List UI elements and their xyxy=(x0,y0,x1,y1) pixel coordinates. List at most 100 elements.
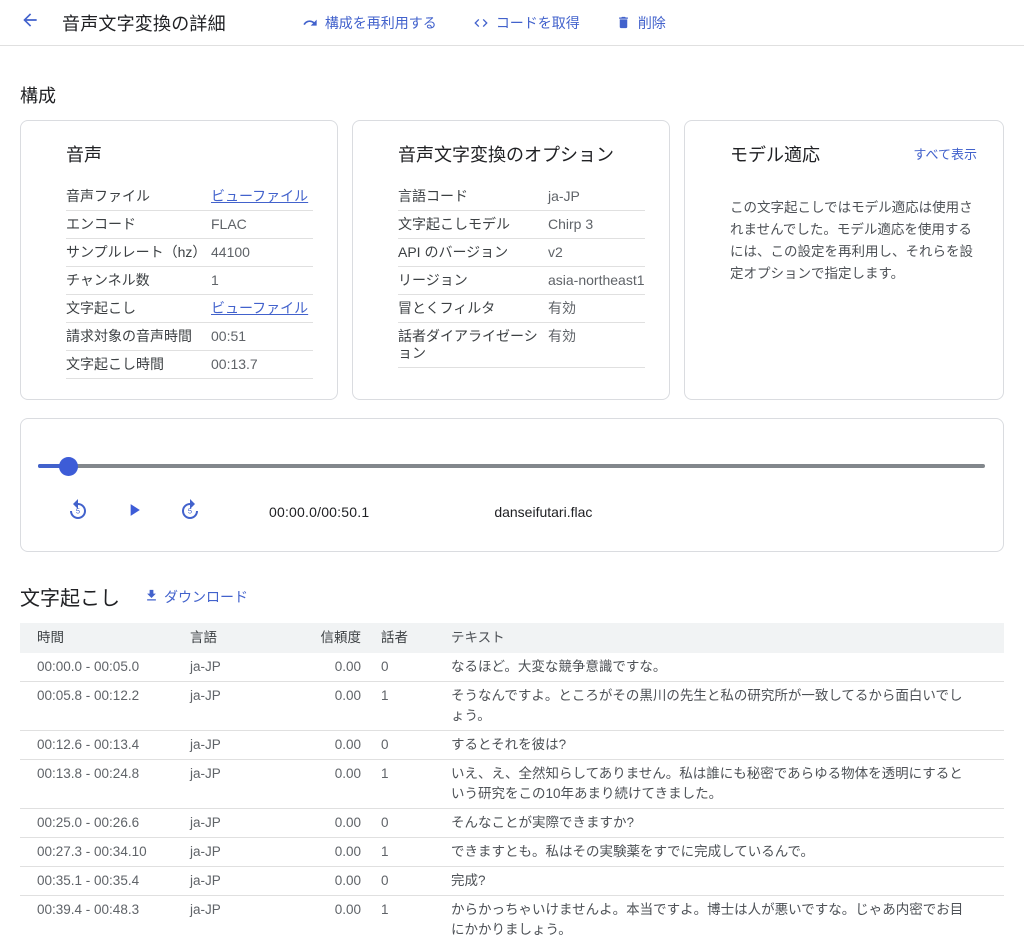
encoding-value: FLAC xyxy=(211,216,247,233)
profanity-filter-row: 冒とくフィルタ 有効 xyxy=(398,295,645,323)
encoding-label: エンコード xyxy=(66,216,211,233)
diarization-value: 有効 xyxy=(548,328,576,345)
transcript-file-row: 文字起こし ビューファイル xyxy=(66,295,313,323)
cell-speaker: 0 xyxy=(367,657,445,677)
cell-language: ja-JP xyxy=(190,657,305,677)
table-row: 00:35.1 - 00:35.4 ja-JP 0.00 0 完成? xyxy=(20,867,1004,896)
diarization-label: 話者ダイアライゼーション xyxy=(398,328,548,362)
cell-confidence: 0.00 xyxy=(305,764,367,804)
svg-text:5: 5 xyxy=(188,506,192,515)
seek-thumb[interactable] xyxy=(59,457,78,476)
seek-track[interactable] xyxy=(38,464,985,468)
redo-icon xyxy=(302,15,318,31)
reuse-config-button[interactable]: 構成を再利用する xyxy=(302,13,437,33)
forward-5-button[interactable]: 5 xyxy=(177,499,203,525)
model-adaptation-text: この文字起こしではモデル適応は使用されませんでした。モデル適応を使用するには、こ… xyxy=(730,197,977,285)
play-icon xyxy=(124,500,144,525)
cell-text: できますとも。私はその実験薬をすでに完成しているんで。 xyxy=(445,842,1004,862)
cell-speaker: 1 xyxy=(367,764,445,804)
player-time: 00:00.0/00:50.1 xyxy=(269,504,369,520)
sample-rate-value: 44100 xyxy=(211,244,250,261)
cell-confidence: 0.00 xyxy=(305,657,367,677)
cell-time: 00:13.8 - 00:24.8 xyxy=(20,764,190,804)
replay-5-button[interactable]: 5 xyxy=(65,499,91,525)
audio-card-title: 音声 xyxy=(66,141,313,167)
col-language: 言語 xyxy=(190,628,305,648)
transcript-file-view-link[interactable]: ビューファイル xyxy=(211,300,308,317)
svg-text:5: 5 xyxy=(76,506,80,515)
cell-language: ja-JP xyxy=(190,842,305,862)
cell-speaker: 0 xyxy=(367,813,445,833)
download-icon xyxy=(144,588,159,606)
audio-file-label: 音声ファイル xyxy=(66,188,211,205)
header-actions: 構成を再利用する コードを取得 削除 xyxy=(302,13,666,33)
main-content: 構成 音声 音声ファイル ビューファイル エンコード FLAC サンプルレート（… xyxy=(0,82,1024,937)
channel-count-row: チャンネル数 1 xyxy=(66,267,313,295)
diarization-row: 話者ダイアライゼーション 有効 xyxy=(398,323,645,368)
config-cards: 音声 音声ファイル ビューファイル エンコード FLAC サンプルレート（hz）… xyxy=(20,120,1004,400)
top-bar: 音声文字変換の詳細 構成を再利用する コードを取得 削除 xyxy=(0,0,1024,46)
forward-5-icon: 5 xyxy=(178,498,202,527)
model-row: 文字起こしモデル Chirp 3 xyxy=(398,211,645,239)
sample-rate-label: サンプルレート（hz） xyxy=(66,244,211,261)
language-code-row: 言語コード ja-JP xyxy=(398,183,645,211)
cell-text: そんなことが実際できますか? xyxy=(445,813,1004,833)
cell-confidence: 0.00 xyxy=(305,871,367,891)
cell-confidence: 0.00 xyxy=(305,686,367,726)
seek-slider[interactable] xyxy=(38,457,985,475)
cell-text: からかっちゃいけませんよ。本当ですよ。博士は人が悪いですな。じゃあ内密でお目にか… xyxy=(445,900,1004,937)
page-title: 音声文字変換の詳細 xyxy=(62,10,226,36)
col-time: 時間 xyxy=(20,628,190,648)
play-button[interactable] xyxy=(121,499,147,525)
region-value: asia-northeast1 xyxy=(548,272,645,289)
cell-confidence: 0.00 xyxy=(305,900,367,937)
region-row: リージョン asia-northeast1 xyxy=(398,267,645,295)
table-row: 00:05.8 - 00:12.2 ja-JP 0.00 1 そうなんですよ。と… xyxy=(20,682,1004,731)
delete-button[interactable]: 削除 xyxy=(616,13,666,33)
api-version-value: v2 xyxy=(548,244,563,261)
options-card-title: 音声文字変換のオプション xyxy=(398,141,645,167)
billed-audio-time-label: 請求対象の音声時間 xyxy=(66,328,211,345)
col-text: テキスト xyxy=(445,628,1004,648)
table-row: 00:12.6 - 00:13.4 ja-JP 0.00 0 するとそれを彼は? xyxy=(20,731,1004,760)
delete-label: 削除 xyxy=(638,13,666,33)
options-card: 音声文字変換のオプション 言語コード ja-JP 文字起こしモデル Chirp … xyxy=(352,120,670,400)
transcription-time-label: 文字起こし時間 xyxy=(66,356,211,373)
cell-time: 00:05.8 - 00:12.2 xyxy=(20,686,190,726)
cell-language: ja-JP xyxy=(190,764,305,804)
cell-speaker: 0 xyxy=(367,871,445,891)
audio-card: 音声 音声ファイル ビューファイル エンコード FLAC サンプルレート（hz）… xyxy=(20,120,338,400)
transcription-time-value: 00:13.7 xyxy=(211,356,258,373)
cell-language: ja-JP xyxy=(190,686,305,726)
get-code-label: コードを取得 xyxy=(496,13,580,33)
reuse-config-label: 構成を再利用する xyxy=(325,13,437,33)
channel-count-value: 1 xyxy=(211,272,219,289)
transcript-section-title: 文字起こし xyxy=(20,582,120,611)
channel-count-label: チャンネル数 xyxy=(66,272,211,289)
col-confidence: 信頼度 xyxy=(305,628,367,648)
table-row: 00:13.8 - 00:24.8 ja-JP 0.00 1 いえ、え、全然知ら… xyxy=(20,760,1004,809)
cell-language: ja-JP xyxy=(190,900,305,937)
audio-file-view-link[interactable]: ビューファイル xyxy=(211,188,308,205)
cell-time: 00:12.6 - 00:13.4 xyxy=(20,735,190,755)
profanity-filter-value: 有効 xyxy=(548,300,576,317)
region-label: リージョン xyxy=(398,272,548,289)
show-all-link[interactable]: すべて表示 xyxy=(913,144,977,163)
transcript-header: 文字起こし ダウンロード xyxy=(20,582,1004,611)
cell-confidence: 0.00 xyxy=(305,813,367,833)
get-code-button[interactable]: コードを取得 xyxy=(473,13,580,33)
model-label: 文字起こしモデル xyxy=(398,216,548,233)
cell-time: 00:27.3 - 00:34.10 xyxy=(20,842,190,862)
download-link[interactable]: ダウンロード xyxy=(144,587,248,607)
cell-language: ja-JP xyxy=(190,735,305,755)
encoding-row: エンコード FLAC xyxy=(66,211,313,239)
back-button[interactable] xyxy=(18,11,42,35)
table-header-row: 時間 言語 信頼度 話者 テキスト xyxy=(20,623,1004,653)
billed-audio-time-value: 00:51 xyxy=(211,328,246,345)
api-version-label: API のバージョン xyxy=(398,244,548,261)
cell-text: 完成? xyxy=(445,871,1004,891)
transcript-file-label: 文字起こし xyxy=(66,300,211,317)
cell-language: ja-JP xyxy=(190,813,305,833)
transcription-time-row: 文字起こし時間 00:13.7 xyxy=(66,351,313,379)
profanity-filter-label: 冒とくフィルタ xyxy=(398,300,548,317)
